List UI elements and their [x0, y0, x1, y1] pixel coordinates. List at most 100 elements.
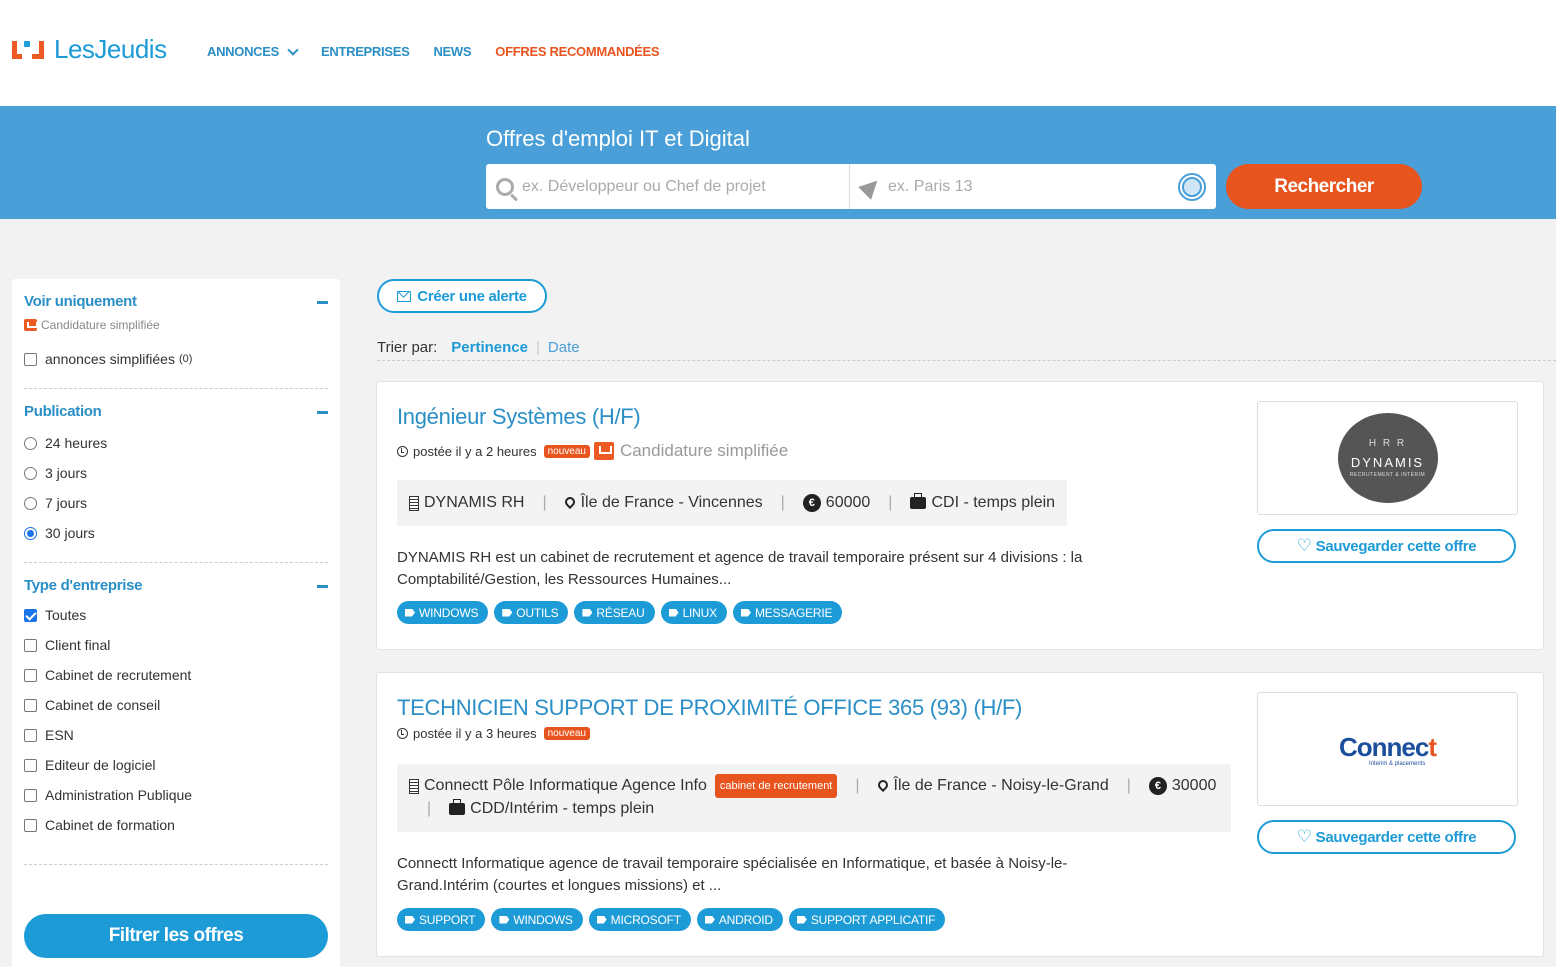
checkbox[interactable] [24, 758, 37, 772]
collapse-icon[interactable] [317, 411, 328, 414]
radio[interactable] [24, 466, 37, 480]
checkbox[interactable] [24, 608, 37, 622]
save-offer-button[interactable]: ♡ Sauvegarder cette offre [1257, 820, 1516, 854]
option-toutes[interactable]: Toutes [24, 600, 328, 630]
new-badge: nouveau [543, 444, 590, 458]
checkbox[interactable] [24, 638, 37, 652]
checkbox[interactable] [24, 698, 37, 712]
option-label: Cabinet de conseil [45, 697, 161, 713]
filter-group-type: Type d'entreprise Toutes Client final Ca… [24, 563, 328, 865]
nav-entreprises[interactable]: ENTREPRISES [321, 44, 410, 59]
simplified-note-text: Candidature simplifiée [41, 318, 160, 332]
job-posted: postée il y a 3 heures nouveau [397, 726, 590, 741]
job-title[interactable]: Ingénieur Systèmes (H/F) [397, 404, 641, 430]
dynamis-logo: H R R DYNAMIS RECRUTEMENT & INTÉRIM [1337, 413, 1438, 503]
briefcase-icon [910, 493, 927, 509]
tag-label: SUPPORT APPLICATIF [810, 912, 936, 927]
job-description: DYNAMIS RH est un cabinet de recrutement… [397, 549, 1083, 588]
meta-divider: | [855, 777, 860, 794]
filter-button[interactable]: Filtrer les offres [24, 914, 328, 958]
keyword-input[interactable] [522, 177, 792, 196]
geolocate-icon[interactable] [1178, 173, 1206, 201]
tag[interactable]: SUPPORT APPLICATIF [788, 908, 946, 931]
filter-title-publication[interactable]: Publication [24, 403, 328, 420]
clock-icon [397, 728, 408, 739]
sort-date[interactable]: Date [548, 339, 580, 356]
option-client-final[interactable]: Client final [24, 630, 328, 660]
euro-icon: € [802, 494, 821, 512]
job-tags: WINDOWS OUTILS RÉSEAU LINUX MESSAGERIE [397, 601, 848, 624]
option-administration[interactable]: Administration Publique [24, 780, 328, 810]
sort-divider: | [536, 339, 540, 356]
tag-icon [704, 915, 715, 924]
save-offer-button[interactable]: ♡ Sauvegarder cette offre [1257, 529, 1516, 563]
option-cabinet-recrutement[interactable]: Cabinet de recrutement [24, 660, 328, 690]
tag[interactable]: OUTILS [494, 601, 569, 624]
company-name[interactable]: Connectt Pôle Informatique Agence Info [424, 775, 707, 797]
option-esn[interactable]: ESN [24, 720, 328, 750]
filter-title-voir[interactable]: Voir uniquement [24, 293, 328, 310]
radio[interactable] [24, 436, 37, 450]
company-logo[interactable]: Connect Interim & placements [1257, 692, 1518, 806]
checkbox[interactable] [24, 668, 37, 682]
location-input[interactable] [888, 177, 1158, 196]
option-formation[interactable]: Cabinet de formation [24, 810, 328, 840]
tag-icon [668, 608, 679, 617]
tag-label: SUPPORT [419, 912, 476, 927]
option-30j[interactable]: 30 jours [24, 518, 328, 548]
divider [24, 864, 328, 865]
tag-icon [582, 608, 593, 617]
create-alert-button[interactable]: Créer une alerte [377, 279, 547, 313]
tag[interactable]: MICROSOFT [588, 908, 691, 931]
location-text: Île de France - Vincennes [580, 494, 763, 511]
tag[interactable]: RÉSEAU [574, 601, 655, 624]
sort-pertinence[interactable]: Pertinence [451, 339, 528, 356]
sort-label: Trier par: [377, 339, 438, 356]
option-cabinet-conseil[interactable]: Cabinet de conseil [24, 690, 328, 720]
nav-news[interactable]: NEWS [433, 44, 471, 59]
location-arrow-icon [858, 173, 884, 200]
job-salary: €60000 [802, 494, 870, 512]
radio[interactable] [24, 496, 37, 510]
tag[interactable]: ANDROID [696, 908, 783, 931]
tag[interactable]: SUPPORT [397, 908, 486, 931]
company-type-badge: cabinet de recrutement [714, 774, 838, 798]
company-logo[interactable]: H R R DYNAMIS RECRUTEMENT & INTÉRIM [1257, 401, 1518, 515]
option-label: 30 jours [45, 525, 95, 541]
option-7j[interactable]: 7 jours [24, 488, 328, 518]
job-tags: SUPPORT WINDOWS MICROSOFT ANDROID SUPPOR… [397, 908, 951, 931]
option-3j[interactable]: 3 jours [24, 458, 328, 488]
site-logo[interactable]: LesJeudis [12, 34, 167, 65]
nav-offres-recommandees[interactable]: OFFRES RECOMMANDÉES [495, 44, 659, 59]
tag[interactable]: MESSAGERIE [732, 601, 843, 624]
tag-icon [405, 915, 415, 924]
create-alert-label: Créer une alerte [417, 287, 527, 305]
checkbox[interactable] [24, 818, 37, 832]
logo-name-accent: t [1428, 731, 1437, 762]
search-button[interactable]: Rechercher [1226, 164, 1422, 209]
tag-icon [796, 915, 807, 924]
option-simplified[interactable]: annonces simplifiées (0) [24, 344, 328, 374]
tag[interactable]: WINDOWS [397, 601, 489, 624]
option-label: Administration Publique [45, 787, 193, 803]
tag-label: MICROSOFT [610, 912, 681, 927]
option-editeur[interactable]: Editeur de logiciel [24, 750, 328, 780]
filter-title-type[interactable]: Type d'entreprise [24, 577, 328, 594]
tag[interactable]: LINUX [660, 601, 727, 624]
nav-annonces[interactable]: ANNONCES [207, 43, 299, 59]
tag-icon [502, 608, 513, 617]
simplified-application: Candidature simplifiée [593, 441, 788, 461]
logo-name: Connect [1339, 731, 1437, 763]
job-title[interactable]: TECHNICIEN SUPPORT DE PROXIMITÉ OFFICE 3… [397, 695, 1022, 721]
collapse-icon[interactable] [317, 301, 328, 304]
radio[interactable] [24, 526, 37, 540]
collapse-icon[interactable] [317, 585, 328, 588]
checkbox[interactable] [24, 352, 37, 366]
option-24h[interactable]: 24 heures [24, 428, 328, 458]
tag[interactable]: WINDOWS [491, 908, 583, 931]
company-name[interactable]: DYNAMIS RH [424, 494, 524, 512]
checkbox[interactable] [24, 788, 37, 802]
contract-text: CDI - temps plein [931, 494, 1056, 511]
checkbox[interactable] [24, 728, 37, 742]
meta-divider: | [1126, 777, 1131, 794]
